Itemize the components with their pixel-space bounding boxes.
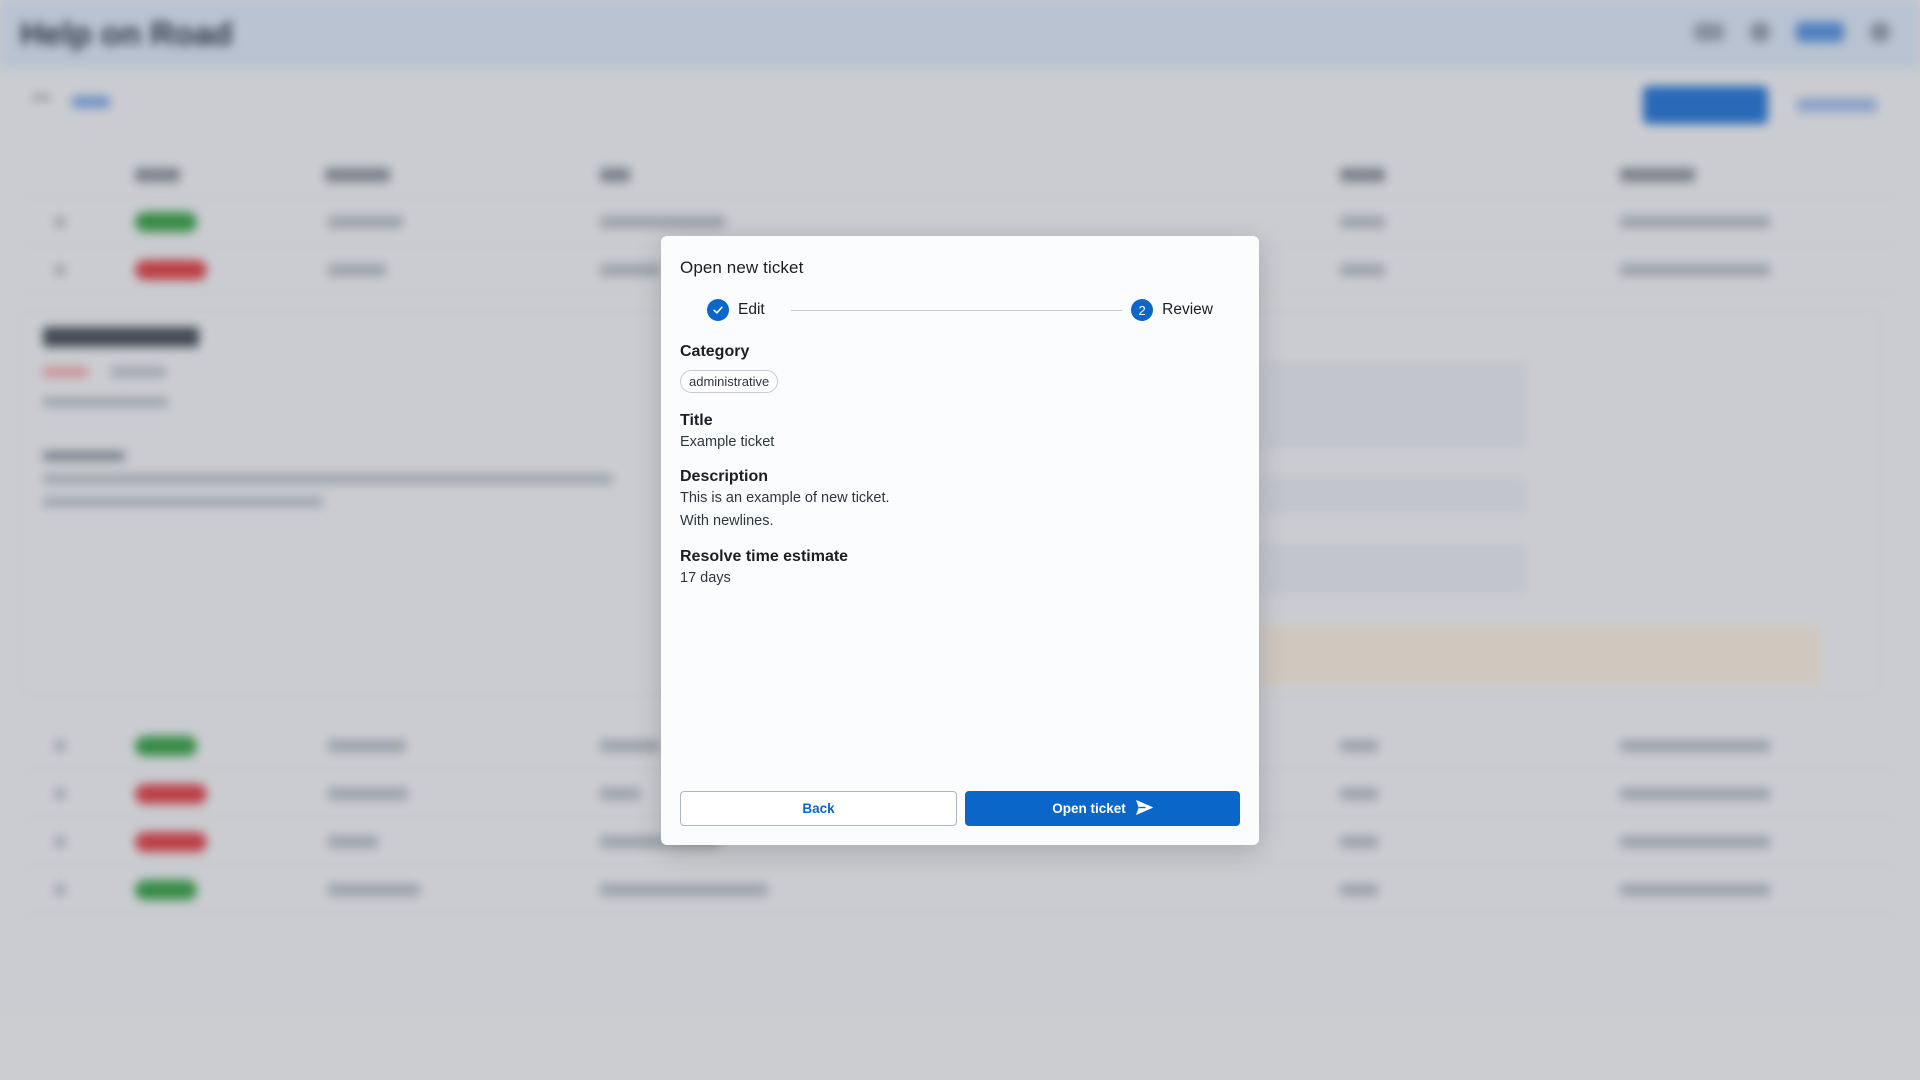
back-button-label: Back — [802, 801, 835, 816]
step-label: Review — [1162, 301, 1213, 318]
description-field: Description This is an example of new ti… — [680, 467, 1240, 533]
back-button[interactable]: Back — [680, 791, 957, 826]
check-icon — [707, 299, 729, 321]
open-ticket-button[interactable]: Open ticket — [965, 791, 1240, 826]
title-label: Title — [680, 412, 713, 429]
dialog-actions: Back Open ticket — [680, 791, 1240, 826]
estimate-label: Resolve time estimate — [680, 548, 849, 565]
description-line: This is an example of new ticket. — [680, 490, 890, 506]
dialog-title: Open new ticket — [680, 258, 804, 277]
description-line: With newlines. — [680, 513, 774, 529]
title-field: Title Example ticket — [680, 411, 1240, 454]
stepper: Edit 2 Review — [680, 299, 1240, 323]
category-label: Category — [680, 343, 750, 360]
step-connector — [791, 310, 1122, 311]
step-review: 2 Review — [1131, 299, 1213, 321]
step-edit[interactable]: Edit — [707, 299, 765, 321]
open-ticket-dialog: Open new ticket Edit 2 Review Category a… — [661, 236, 1259, 845]
category-field: Category administrative — [680, 342, 1240, 393]
estimate-value: 17 days — [680, 570, 731, 586]
estimate-field: Resolve time estimate 17 days — [680, 547, 1240, 590]
description-label: Description — [680, 468, 769, 485]
step-number: 2 — [1131, 299, 1154, 321]
open-ticket-button-label: Open ticket — [1052, 801, 1126, 816]
title-value: Example ticket — [680, 434, 775, 450]
category-chip: administrative — [680, 370, 779, 393]
step-label: Edit — [738, 301, 765, 318]
description-value: This is an example of new ticket. With n… — [680, 487, 1240, 533]
send-icon — [1135, 799, 1153, 818]
